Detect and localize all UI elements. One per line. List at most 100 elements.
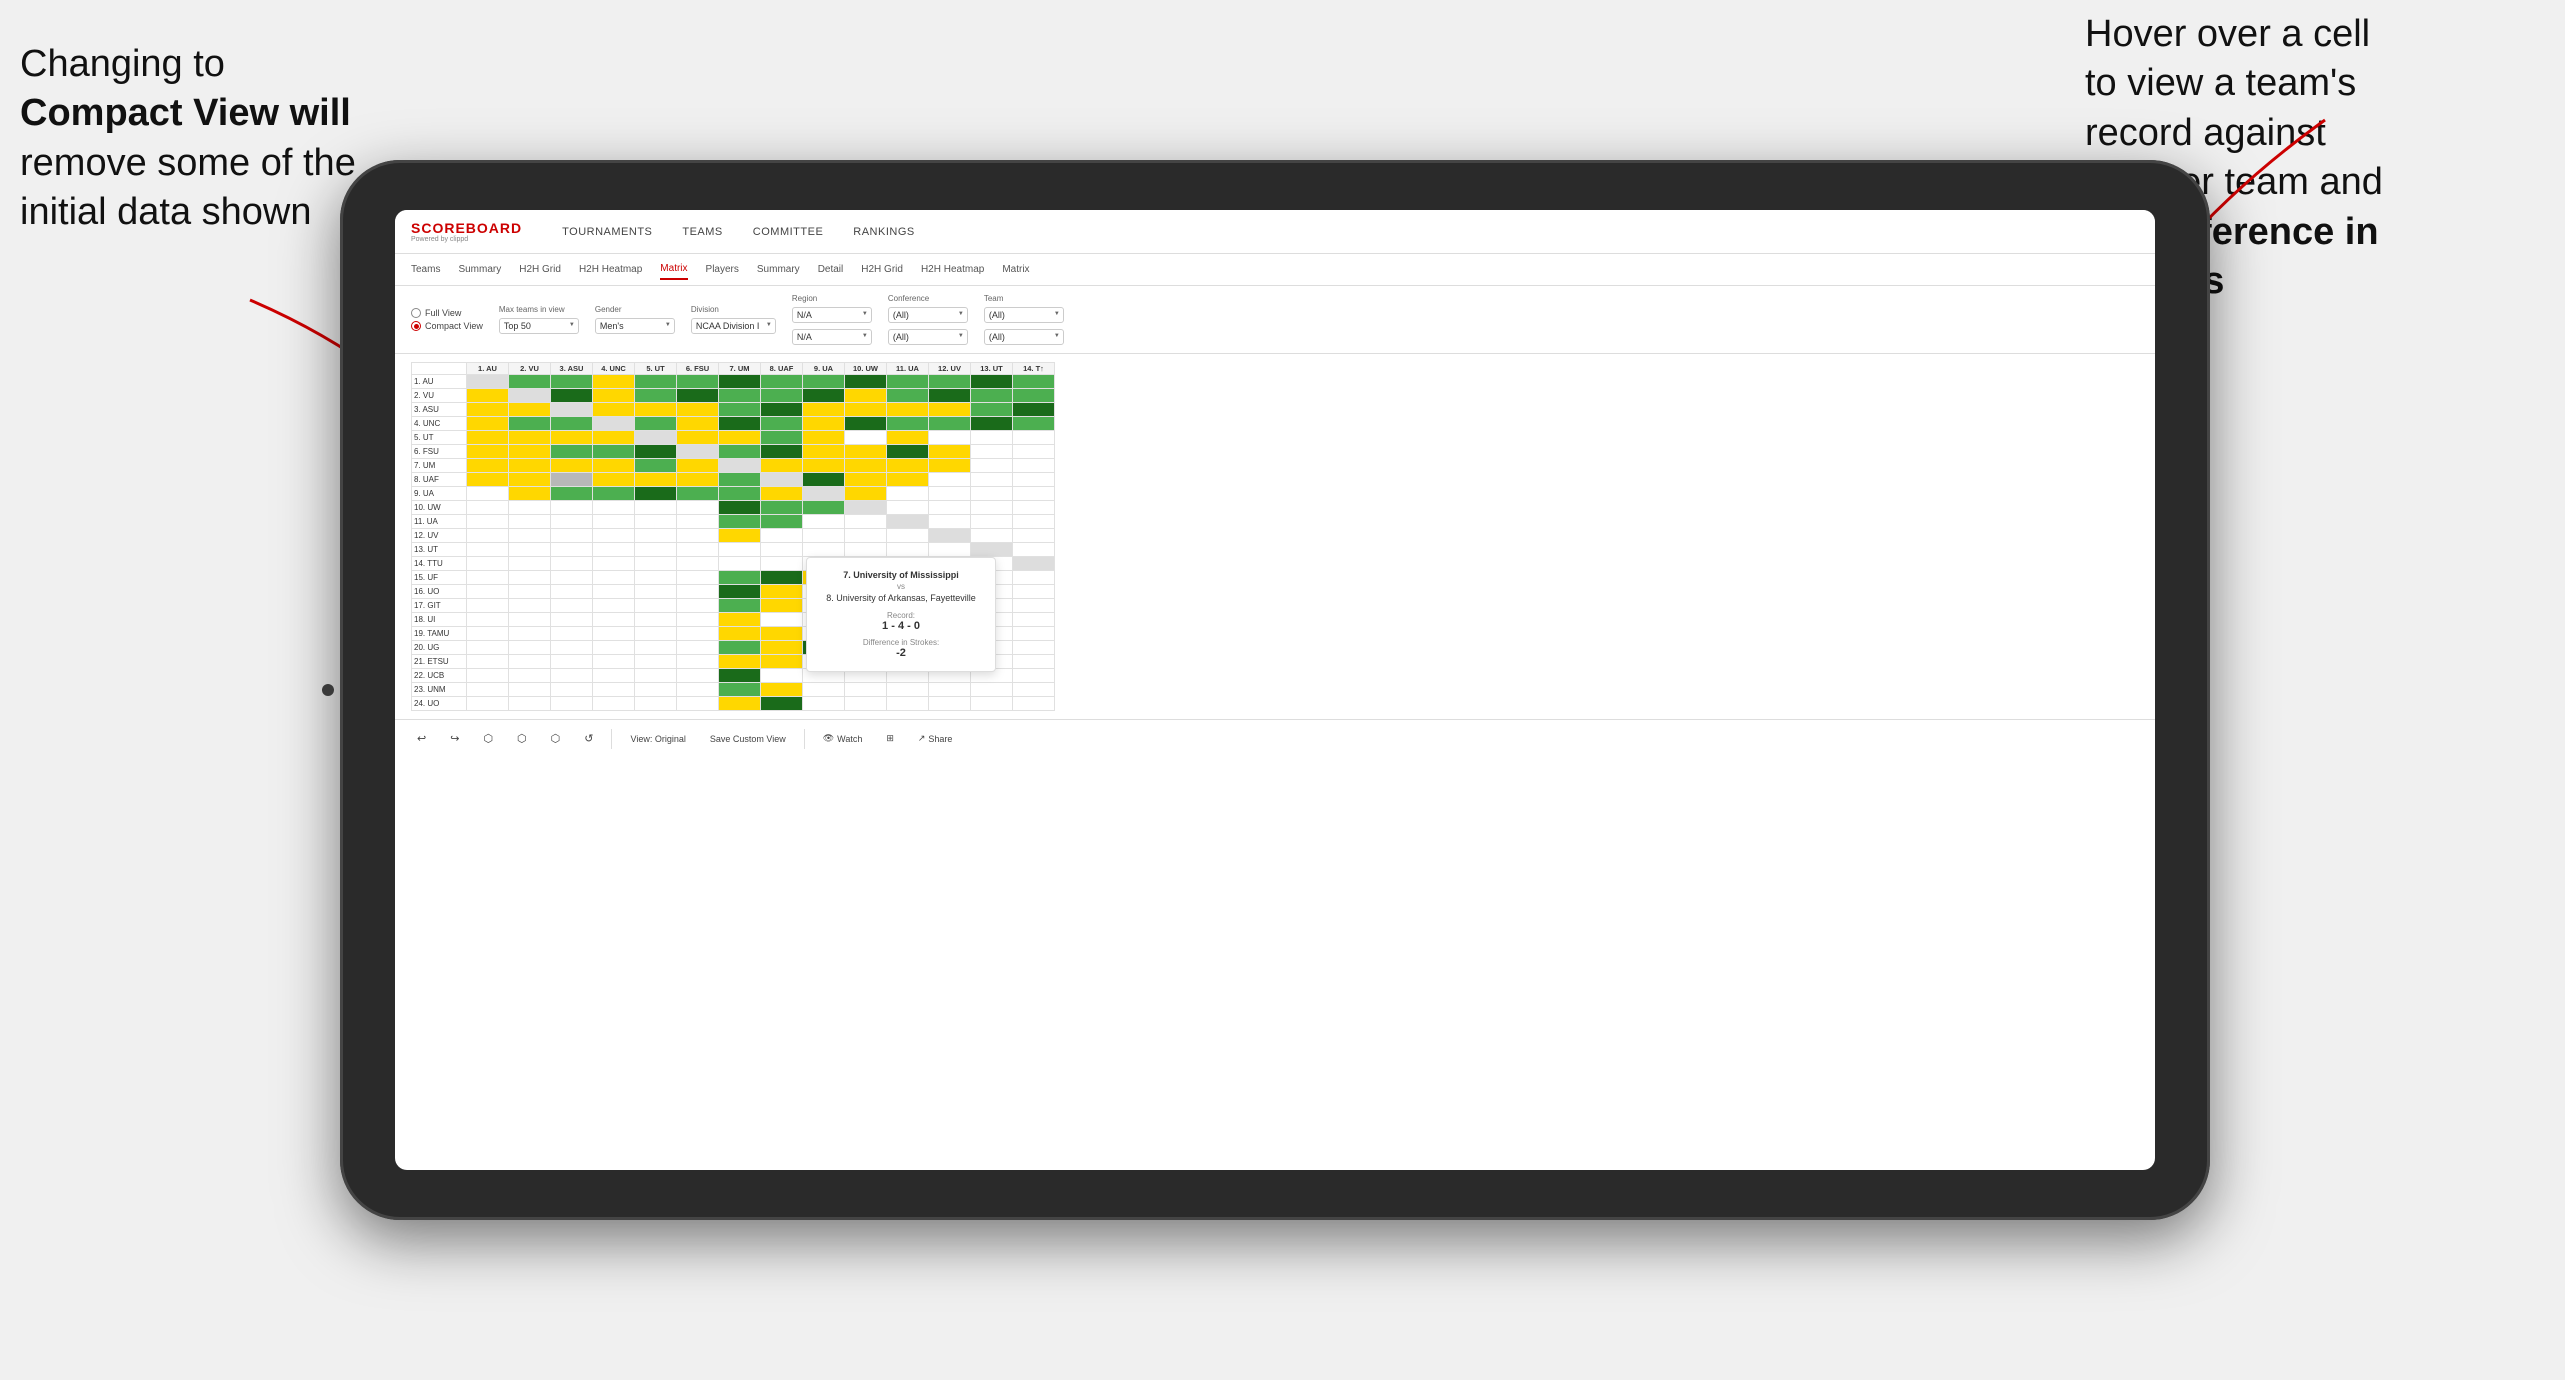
matrix-cell[interactable] [761,613,803,627]
matrix-cell[interactable] [1013,655,1055,669]
matrix-cell[interactable] [593,557,635,571]
matrix-cell[interactable] [677,445,719,459]
matrix-cell[interactable] [719,571,761,585]
matrix-cell[interactable] [803,459,845,473]
matrix-cell[interactable] [719,613,761,627]
matrix-cell[interactable] [887,501,929,515]
matrix-cell[interactable] [677,515,719,529]
matrix-cell[interactable] [593,375,635,389]
matrix-cell[interactable] [677,599,719,613]
matrix-cell[interactable] [551,473,593,487]
matrix-cell[interactable] [551,655,593,669]
matrix-cell[interactable] [551,641,593,655]
matrix-cell[interactable] [467,501,509,515]
matrix-cell[interactable] [677,529,719,543]
matrix-cell[interactable] [719,655,761,669]
matrix-cell[interactable] [845,417,887,431]
matrix-cell[interactable] [509,571,551,585]
matrix-cell[interactable] [761,697,803,711]
division-select[interactable]: NCAA Division I [691,318,776,334]
matrix-cell[interactable] [635,473,677,487]
subnav-teams[interactable]: Teams [411,260,440,279]
matrix-cell[interactable] [467,613,509,627]
matrix-cell[interactable] [929,473,971,487]
matrix-cell[interactable] [761,599,803,613]
matrix-cell[interactable] [635,417,677,431]
matrix-cell[interactable] [593,431,635,445]
matrix-cell[interactable] [1013,543,1055,557]
subnav-players[interactable]: Players [706,260,739,279]
matrix-cell[interactable] [635,529,677,543]
matrix-cell[interactable] [467,669,509,683]
matrix-cell[interactable] [1013,613,1055,627]
matrix-cell[interactable] [887,459,929,473]
matrix-cell[interactable] [1013,683,1055,697]
matrix-cell[interactable] [551,375,593,389]
matrix-cell[interactable] [467,389,509,403]
max-teams-select[interactable]: Top 50 [499,318,579,334]
matrix-cell[interactable] [719,627,761,641]
matrix-cell[interactable] [509,459,551,473]
matrix-cell[interactable] [845,501,887,515]
matrix-cell[interactable] [593,529,635,543]
matrix-cell[interactable] [551,599,593,613]
matrix-cell[interactable] [551,389,593,403]
matrix-cell[interactable] [467,585,509,599]
matrix-cell[interactable] [803,683,845,697]
matrix-cell[interactable] [677,669,719,683]
matrix-cell[interactable] [467,543,509,557]
matrix-cell[interactable] [677,473,719,487]
matrix-cell[interactable] [509,669,551,683]
matrix-cell[interactable] [509,641,551,655]
save-custom-button[interactable]: Save Custom View [704,731,792,747]
matrix-cell[interactable] [635,641,677,655]
matrix-cell[interactable] [1013,445,1055,459]
matrix-cell[interactable] [761,487,803,501]
matrix-cell[interactable] [887,473,929,487]
matrix-cell[interactable] [467,459,509,473]
matrix-cell[interactable] [635,515,677,529]
matrix-cell[interactable] [677,697,719,711]
matrix-cell[interactable] [635,557,677,571]
matrix-cell[interactable] [719,543,761,557]
tool1-button[interactable]: ⬡ [477,729,499,748]
matrix-cell[interactable] [677,585,719,599]
matrix-cell[interactable] [845,515,887,529]
matrix-cell[interactable] [677,375,719,389]
matrix-cell[interactable] [593,599,635,613]
matrix-cell[interactable] [803,389,845,403]
matrix-cell[interactable] [719,403,761,417]
matrix-cell[interactable] [761,501,803,515]
matrix-cell[interactable] [551,613,593,627]
matrix-cell[interactable] [635,501,677,515]
matrix-cell[interactable] [1013,627,1055,641]
matrix-cell[interactable] [593,585,635,599]
matrix-cell[interactable] [467,487,509,501]
matrix-cell[interactable] [803,515,845,529]
radio-compact-view[interactable]: Compact View [411,321,483,331]
matrix-cell[interactable] [593,403,635,417]
matrix-cell[interactable] [1013,501,1055,515]
matrix-cell[interactable] [635,403,677,417]
matrix-cell[interactable] [509,515,551,529]
matrix-cell[interactable] [761,557,803,571]
matrix-cell[interactable] [509,543,551,557]
matrix-cell[interactable] [1013,557,1055,571]
matrix-cell[interactable] [719,417,761,431]
matrix-cell[interactable] [887,515,929,529]
matrix-cell[interactable] [929,459,971,473]
matrix-cell[interactable] [467,599,509,613]
matrix-cell[interactable] [677,459,719,473]
gender-select[interactable]: Men's [595,318,675,334]
matrix-cell[interactable] [719,697,761,711]
matrix-cell[interactable] [1013,375,1055,389]
matrix-cell[interactable] [593,459,635,473]
matrix-cell[interactable] [635,571,677,585]
matrix-cell[interactable] [929,543,971,557]
matrix-cell[interactable] [551,431,593,445]
matrix-cell[interactable] [467,515,509,529]
view-original-button[interactable]: View: Original [624,731,691,747]
matrix-cell[interactable] [635,669,677,683]
matrix-cell[interactable] [509,557,551,571]
nav-committee[interactable]: COMMITTEE [753,222,824,242]
